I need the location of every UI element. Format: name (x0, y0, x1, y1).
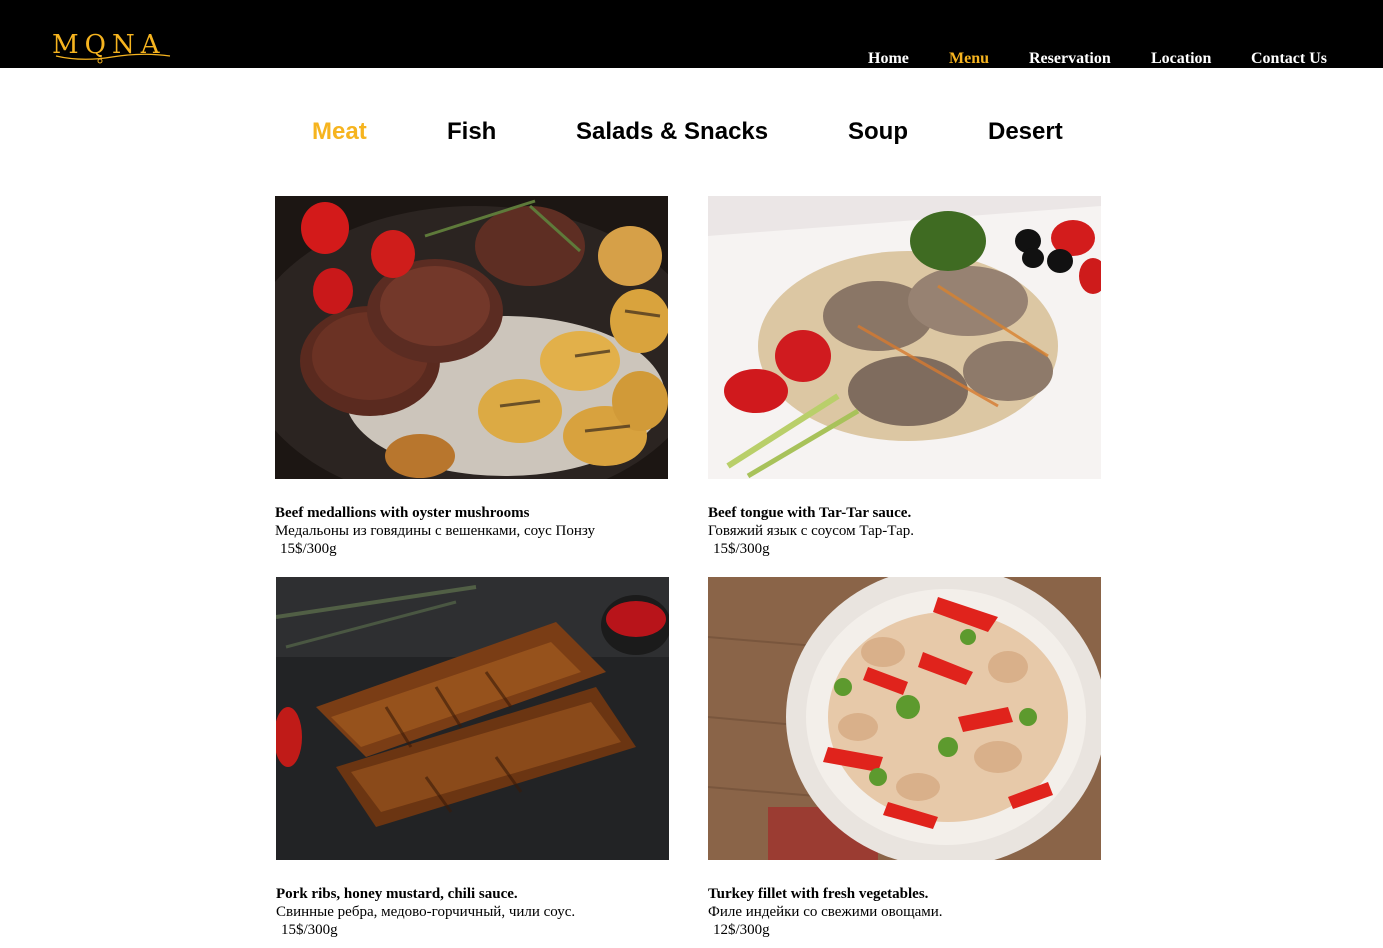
dish-price: 12$/300g (713, 922, 770, 938)
dish-card-beef-tongue: Beef tongue with Tar-Tar sauce. Говяжий … (708, 504, 1108, 558)
dish-image-beef-medallions[interactable] (275, 196, 668, 479)
dish-price: 15$/300g (713, 541, 770, 557)
tab-meat[interactable]: Meat (312, 117, 367, 147)
dish-image-pork-ribs[interactable] (276, 577, 669, 860)
dish-card-turkey-fillet: Turkey fillet with fresh vegetables. Фил… (708, 885, 1108, 939)
dish-image-beef-tongue[interactable] (708, 196, 1101, 479)
dish-card-pork-ribs: Pork ribs, honey mustard, chili sauce. С… (276, 885, 676, 939)
dish-description: Говяжий язык с соусом Тар-Тар. (708, 523, 914, 539)
dish-price: 15$/300g (280, 541, 337, 557)
dish-description: Филе индейки со свежими овощами. (708, 904, 943, 920)
tab-soup[interactable]: Soup (848, 117, 908, 147)
tab-desert[interactable]: Desert (988, 117, 1063, 147)
tab-fish[interactable]: Fish (447, 117, 496, 147)
brand-logo[interactable]: MQNA (52, 26, 174, 66)
nav-home[interactable]: Home (868, 50, 909, 68)
dish-name: Pork ribs, honey mustard, chili sauce. (276, 886, 518, 902)
dish-price: 15$/300g (281, 922, 338, 938)
dish-description: Медальоны из говядины с вешенками, соус … (275, 523, 595, 539)
svg-text:MQNA: MQNA (52, 30, 165, 60)
top-navigation-bar: MQNA Home Menu Reservation Location Cont… (0, 0, 1383, 68)
nav-menu[interactable]: Menu (949, 50, 989, 68)
nav-location[interactable]: Location (1151, 50, 1211, 68)
tab-salads-snacks[interactable]: Salads & Snacks (576, 117, 768, 147)
dish-name: Beef medallions with oyster mushrooms (275, 505, 530, 521)
dish-name: Turkey fillet with fresh vegetables. (708, 886, 929, 902)
dish-name: Beef tongue with Tar-Tar sauce. (708, 505, 912, 521)
dish-description: Свинные ребра, медово-горчичный, чили со… (276, 904, 576, 920)
nav-contact-us[interactable]: Contact Us (1251, 50, 1327, 68)
nav-reservation[interactable]: Reservation (1029, 50, 1111, 68)
dish-image-turkey-fillet[interactable] (708, 577, 1101, 860)
dish-card-beef-medallions: Beef medallions with oyster mushrooms Ме… (275, 504, 675, 558)
